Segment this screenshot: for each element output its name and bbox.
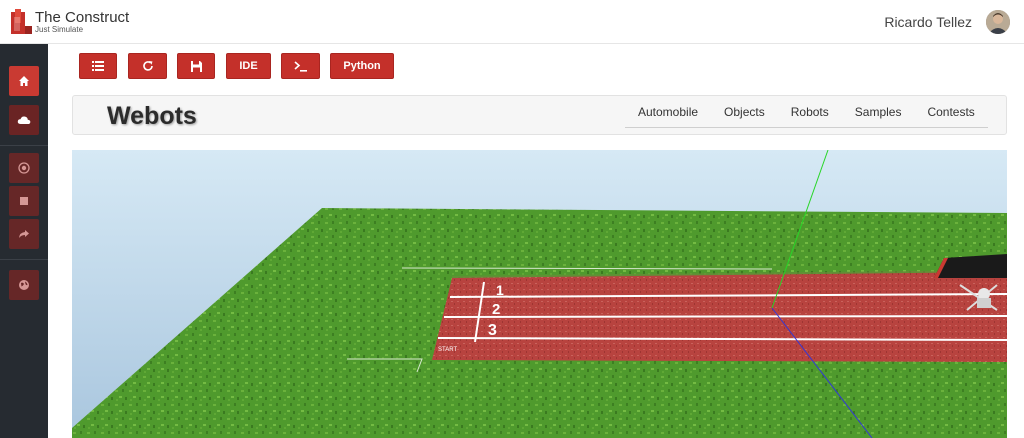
menu-item-samples[interactable]: Samples [855, 105, 902, 119]
terminal-button[interactable] [281, 53, 320, 79]
lane-number: 3 [488, 322, 497, 339]
sidebar-divider [0, 145, 48, 146]
top-header: The Construct Just Simulate Ricardo Tell… [0, 0, 1024, 44]
lane-number: 1 [496, 282, 504, 298]
webots-title: Webots [107, 102, 197, 130]
lane-number: 2 [492, 301, 500, 318]
globe-button[interactable] [9, 270, 39, 300]
lane-line [443, 315, 1007, 318]
ide-button[interactable]: IDE [226, 53, 271, 79]
refresh-button[interactable] [128, 53, 167, 79]
menu-item-robots[interactable]: Robots [791, 105, 829, 119]
the-construct-logo-icon[interactable] [11, 9, 33, 35]
python-button[interactable]: Python [330, 53, 394, 79]
cloud-icon [17, 116, 31, 124]
menu-item-automobile[interactable]: Automobile [638, 105, 698, 119]
share-button[interactable] [9, 219, 39, 249]
menu-item-contests[interactable]: Contests [927, 105, 974, 119]
stop-icon [20, 197, 28, 205]
brand-tagline: Just Simulate [35, 25, 84, 34]
refresh-icon [142, 61, 153, 71]
menu-item-objects[interactable]: Objects [724, 105, 765, 119]
save-icon [190, 60, 202, 72]
terminal-icon [294, 60, 307, 72]
globe-icon [19, 280, 29, 290]
sidebar-divider [0, 259, 48, 260]
home-icon [19, 76, 29, 86]
sidebar [0, 44, 48, 438]
stop-button[interactable] [9, 186, 39, 216]
save-button[interactable] [177, 53, 215, 79]
share-icon [19, 230, 29, 238]
webots-menu: Automobile Objects Robots Samples Contes… [625, 96, 988, 128]
user-avatar[interactable] [986, 10, 1010, 34]
brand-name: The Construct [35, 9, 130, 26]
record-icon [18, 162, 30, 174]
webots-header: Webots Automobile Objects Robots Samples… [72, 95, 1007, 135]
user-name[interactable]: Ricardo Tellez [884, 14, 972, 30]
simulation-viewport[interactable]: 1 2 3 START [72, 150, 1007, 438]
list-button[interactable] [79, 53, 117, 79]
record-button[interactable] [9, 153, 39, 183]
home-button[interactable] [9, 66, 39, 96]
cloud-button[interactable] [9, 105, 39, 135]
list-icon [92, 61, 104, 71]
start-label: START [438, 347, 457, 353]
